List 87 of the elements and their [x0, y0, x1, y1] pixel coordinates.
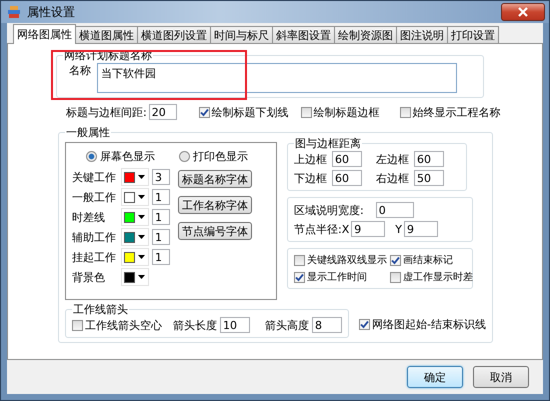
- caret-icon: [138, 275, 145, 279]
- caret-icon: [138, 195, 145, 199]
- color-picker[interactable]: [121, 188, 149, 206]
- number-input[interactable]: 9: [351, 221, 386, 237]
- tab[interactable]: 时间与标尺: [210, 26, 273, 43]
- color-picker[interactable]: [121, 208, 149, 226]
- radio-label: 打印色显示: [193, 149, 248, 164]
- radio-button[interactable]: [179, 151, 190, 162]
- window-title: 属性设置: [27, 4, 75, 20]
- field-label: 标题与边框间距:: [66, 104, 147, 120]
- group-title: 一般属性: [65, 125, 111, 140]
- font-button[interactable]: 工作名称字体: [178, 196, 252, 214]
- caret-icon: [138, 255, 145, 259]
- checkbox[interactable]: [72, 320, 83, 330]
- checkbox[interactable]: [390, 254, 401, 266]
- number-input[interactable]: 10: [220, 317, 250, 333]
- field-label: 右边框: [376, 170, 410, 186]
- checkbox-label: 画结束标记: [403, 254, 453, 267]
- cancel-button[interactable]: 取消: [473, 366, 529, 388]
- field-label: 箭头长度: [173, 318, 217, 332]
- checkbox[interactable]: [400, 106, 411, 118]
- field-label: 箭头高度: [265, 318, 309, 332]
- stack-icon: [7, 5, 21, 19]
- checkbox[interactable]: [300, 106, 312, 118]
- number-input[interactable]: 0: [376, 202, 414, 218]
- checkbox-label: 始终显示工程名称: [412, 104, 501, 120]
- ok-button[interactable]: 确定: [407, 366, 463, 388]
- number-input[interactable]: 50: [414, 170, 444, 186]
- tab[interactable]: 图注说明: [396, 26, 448, 43]
- color-label: 关键工作: [72, 170, 117, 184]
- color-picker[interactable]: [121, 228, 149, 246]
- close-icon: [518, 7, 528, 17]
- close-button[interactable]: [501, 3, 545, 21]
- tab[interactable]: 横道图列设置: [137, 26, 211, 43]
- checkbox[interactable]: [294, 272, 305, 282]
- field-label: 下边框: [294, 170, 328, 186]
- radio-button[interactable]: [86, 151, 97, 162]
- color-label: 一般工作: [72, 190, 117, 204]
- tab[interactable]: 横道图属性: [75, 26, 138, 43]
- checkbox[interactable]: [198, 106, 210, 118]
- number-input[interactable]: 60: [332, 170, 362, 186]
- color-picker[interactable]: [121, 248, 149, 266]
- field-label: 上边框: [294, 152, 328, 166]
- number-input[interactable]: 8: [312, 317, 342, 333]
- field-label: 节点半径:X: [294, 222, 350, 236]
- number-input[interactable]: 60: [414, 151, 444, 167]
- font-button[interactable]: 节点编号字体: [178, 222, 252, 240]
- checkbox-label: 工作线箭头空心: [85, 318, 162, 332]
- color-label: 时差线: [72, 210, 106, 224]
- checkbox-label: 绘制标题边框: [314, 104, 380, 120]
- number-input[interactable]: 60: [332, 151, 362, 167]
- tab[interactable]: 网络图属性: [13, 24, 76, 44]
- width-input[interactable]: 1: [152, 189, 170, 205]
- checkbox-label: 显示工作时间: [307, 270, 367, 284]
- field-label: Y: [395, 222, 402, 236]
- tab[interactable]: 斜率图设置: [272, 26, 335, 43]
- checkbox-label: 网络图起始-结束标识线: [372, 316, 486, 332]
- color-label: 背景色: [72, 270, 106, 284]
- group-title: 图与边框距离: [294, 136, 362, 151]
- field-label: 区域说明宽度:: [294, 202, 364, 218]
- caret-icon: [138, 215, 145, 219]
- color-picker[interactable]: [121, 268, 149, 286]
- checkbox-label: 关键线路双线显示: [307, 254, 387, 267]
- width-input[interactable]: 1: [152, 229, 170, 245]
- color-picker[interactable]: [121, 168, 149, 186]
- checkbox[interactable]: [359, 318, 370, 330]
- field-label: 名称: [69, 63, 91, 79]
- group-title: 工作线箭头: [72, 302, 129, 317]
- checkbox[interactable]: [294, 254, 305, 266]
- width-input[interactable]: 1: [152, 209, 170, 225]
- radio-label: 屏幕色显示: [100, 149, 155, 164]
- checkbox[interactable]: [390, 272, 401, 282]
- color-label: 挂起工作: [72, 250, 117, 264]
- font-button[interactable]: 标题名称字体: [178, 170, 252, 188]
- number-input[interactable]: 20: [148, 104, 177, 120]
- caret-icon: [138, 175, 145, 179]
- width-input[interactable]: 1: [152, 249, 170, 265]
- tab[interactable]: 打印设置: [447, 26, 499, 43]
- color-label: 辅助工作: [72, 230, 117, 244]
- width-input[interactable]: 3: [152, 169, 170, 185]
- checkbox-label: 虚工作显示时差: [403, 270, 473, 284]
- tab[interactable]: 绘制资源图: [334, 26, 397, 43]
- checkbox-label: 绘制标题下划线: [212, 104, 289, 120]
- number-input[interactable]: 9: [404, 221, 438, 237]
- caret-icon: [138, 235, 145, 239]
- field-label: 左边框: [376, 152, 410, 166]
- title-input[interactable]: 当下软件园: [97, 63, 457, 93]
